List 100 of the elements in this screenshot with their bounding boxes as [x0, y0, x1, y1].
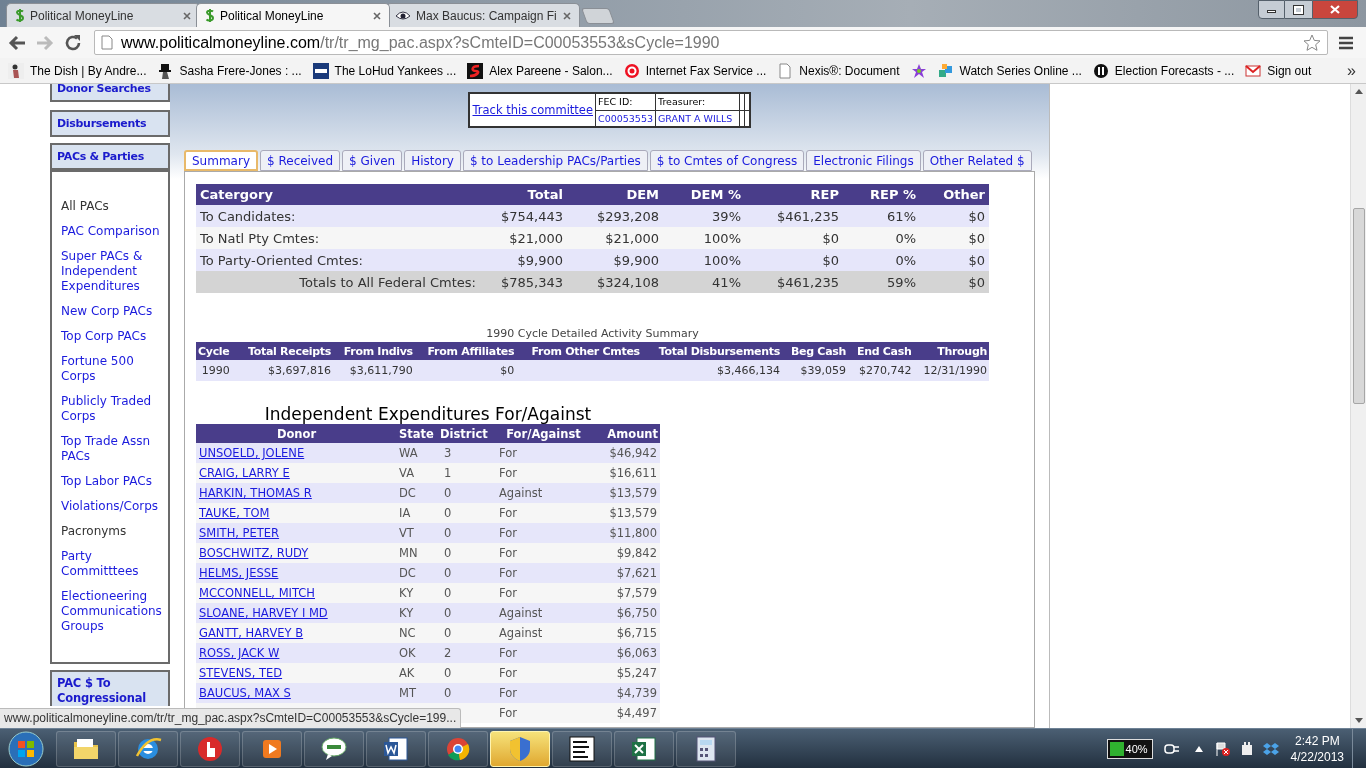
up-arrow-icon[interactable] [1194, 745, 1203, 752]
close-icon[interactable] [373, 11, 381, 20]
dollar-icon [15, 8, 25, 23]
column-header: Total Receipts [235, 342, 334, 360]
nav-link[interactable]: All PACs [61, 199, 164, 214]
more-bookmarks-button[interactable]: » [1347, 58, 1356, 83]
star-icon [910, 62, 927, 79]
bookmark[interactable]: Election Forecasts - ... [1092, 61, 1235, 80]
nav-link[interactable]: Super PACs & Independent Expenditures [61, 249, 164, 294]
back-icon[interactable] [8, 34, 26, 51]
blocks-icon [937, 62, 954, 79]
donor-link[interactable]: UNSOELD, JOLENE [199, 446, 305, 460]
nav-link[interactable]: Top Labor PACs [61, 474, 164, 489]
nav-section[interactable]: Donor Searches [50, 84, 170, 102]
donor-link[interactable]: MCCONNELL, MITCH [199, 586, 315, 600]
nav-link[interactable]: Fortune 500 Corps [61, 354, 164, 384]
nav-link[interactable]: Publicly Traded Corps [61, 394, 164, 424]
content-tab[interactable]: Electronic Filings [806, 150, 921, 171]
close-window-button[interactable] [1312, 0, 1358, 19]
content-tab[interactable]: $ Received [260, 150, 341, 171]
bookmark[interactable]: The Dish | By Andre... [8, 61, 147, 80]
donor-link[interactable]: CRAIG, LARRY E [199, 466, 290, 480]
address-bar[interactable]: www.politicalmoneyline.com/tr/tr_mg_pac.aspx?sCmteID=C00053553&sCycle=1990 [94, 30, 1328, 55]
scrollbar-thumb[interactable] [1352, 208, 1365, 404]
table-cell: $16,611 [609, 466, 657, 480]
content-tab[interactable]: $ Given [342, 150, 403, 171]
content-tab[interactable]: $ to Leadership PACs/Parties [462, 150, 648, 171]
box-icon[interactable] [1262, 740, 1279, 757]
menu-icon[interactable] [1338, 35, 1354, 50]
bookmark[interactable] [910, 62, 927, 79]
donor-link[interactable]: BAUCUS, MAX S [199, 686, 291, 700]
table-cell: $7,621 [616, 566, 657, 580]
table-cell: 3 [444, 446, 452, 460]
nav-link[interactable]: Top Trade Assn PACs [61, 434, 164, 464]
table-cell: For [499, 466, 517, 480]
bookmark[interactable]: Sasha Frere-Jones : ... [157, 61, 302, 80]
table-cell: $270,742 [859, 364, 912, 377]
table-cell: 0% [843, 227, 920, 249]
reload-icon[interactable] [64, 33, 82, 52]
nav-link[interactable]: Party Committtees [61, 549, 164, 579]
column-header: Amount [590, 424, 660, 443]
donor-link[interactable]: SLOANE, HARVEY I MD [199, 606, 328, 620]
nav-section[interactable]: PACs & Parties [50, 143, 170, 172]
minimize-button[interactable] [1258, 0, 1285, 19]
column-header: From Other Cmtes [516, 342, 642, 360]
bookmark[interactable]: Alex Pareene - Salon... [467, 61, 613, 80]
scrollbar[interactable] [1350, 84, 1366, 728]
browser-tab[interactable]: Political MoneyLine [196, 3, 390, 27]
content-tab[interactable]: $ to Cmtes of Congress [649, 150, 805, 171]
donor-link[interactable]: GANTT, HARVEY B [199, 626, 304, 640]
bookmark[interactable]: Sign out [1245, 61, 1312, 80]
fec-id-value: C00053553 [598, 112, 653, 124]
content-tab[interactable]: Summary [184, 150, 258, 171]
bookmark[interactable]: Watch Series Online ... [937, 61, 1082, 80]
nav-link[interactable]: Electioneering Communications Groups [61, 589, 164, 634]
table-cell: For [499, 546, 517, 560]
table-cell: 0 [444, 506, 452, 520]
table-cell: MN [399, 546, 418, 560]
table-cell: For [499, 566, 517, 580]
close-icon[interactable] [563, 11, 571, 20]
content-tab[interactable]: History [404, 150, 461, 171]
donor-link[interactable]: BOSCHWITZ, RUDY [199, 546, 309, 560]
donor-link[interactable]: STEVENS, TED [199, 666, 283, 680]
table-cell: 2 [444, 646, 452, 660]
nav-link[interactable]: New Corp PACs [61, 304, 164, 319]
nav-section[interactable]: Disbursements [50, 110, 170, 137]
donor-link[interactable]: ROSS, JACK W [199, 646, 280, 660]
donor-link[interactable]: HARKIN, THOMAS R [199, 486, 312, 500]
table-cell: 1990 [201, 364, 230, 377]
close-icon[interactable] [183, 11, 191, 20]
donor-link[interactable]: HELMS, JESSE [199, 566, 279, 580]
battery-indicator[interactable]: 40% [1106, 738, 1153, 759]
table-cell: $324,108 [567, 271, 663, 293]
column-header: Beg Cash [782, 342, 849, 360]
bookmark[interactable]: The LoHud Yankees ... [312, 61, 457, 80]
table-cell: $46,942 [609, 446, 657, 460]
donor-link[interactable]: TAUKE, TOM [199, 506, 270, 520]
nav-section[interactable]: PAC $ To Congressional [50, 670, 170, 706]
square-logo-icon [312, 62, 329, 79]
form-icon[interactable] [567, 733, 597, 764]
nav-link[interactable]: Pacronyms [61, 524, 164, 539]
star-icon[interactable] [1303, 33, 1321, 52]
treasurer-label: Treasurer: [658, 96, 706, 108]
table-cell: $0 [745, 227, 843, 249]
flag-error-icon[interactable] [1214, 740, 1231, 757]
donor-link[interactable]: SMITH, PETER [199, 526, 280, 540]
table-cell: $21,000 [480, 227, 567, 249]
nav-link[interactable]: PAC Comparison [61, 224, 164, 239]
content-tab[interactable]: Other Related $ [922, 150, 1032, 171]
plug-icon[interactable] [1162, 741, 1181, 756]
spiral-icon [623, 62, 640, 79]
column-header: From Indivs [333, 342, 415, 360]
url-text: www.politicalmoneyline.com/tr/tr_mg_pac.aspx?sCmteID=C00053553&sCycle=1990 [121, 32, 721, 53]
bookmark[interactable]: Nexis®: Document [777, 61, 900, 80]
nav-link[interactable]: Violations/Corps [61, 499, 164, 514]
restore-button[interactable] [1285, 0, 1312, 19]
bookmark[interactable]: Internet Fax Service ... [623, 61, 767, 80]
page-icon [101, 35, 113, 50]
start-button[interactable] [6, 730, 46, 767]
nav-link[interactable]: Top Corp PACs [61, 329, 164, 344]
